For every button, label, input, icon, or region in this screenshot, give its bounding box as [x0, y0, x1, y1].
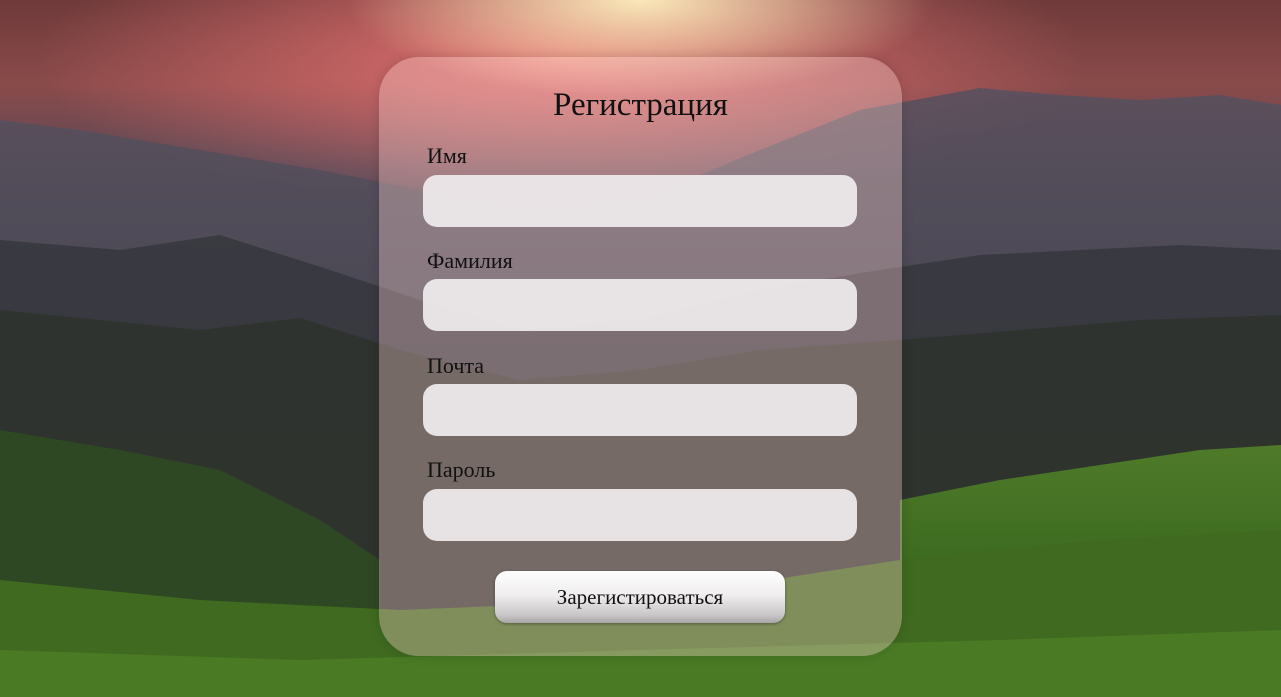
last-name-input[interactable]	[423, 279, 857, 331]
first-name-label: Имя	[427, 143, 467, 168]
email-input[interactable]	[423, 384, 857, 436]
password-label: Пароль	[427, 457, 496, 482]
email-label: Почта	[427, 353, 485, 378]
password-input[interactable]	[423, 489, 857, 541]
registration-form: Регистрация Имя Фамилия Почта Пароль Зар…	[379, 57, 902, 656]
last-name-label: Фамилия	[427, 248, 513, 273]
first-name-input[interactable]	[423, 175, 857, 227]
register-button[interactable]: Зарегистироваться	[495, 571, 785, 623]
form-title: Регистрация	[553, 87, 728, 123]
